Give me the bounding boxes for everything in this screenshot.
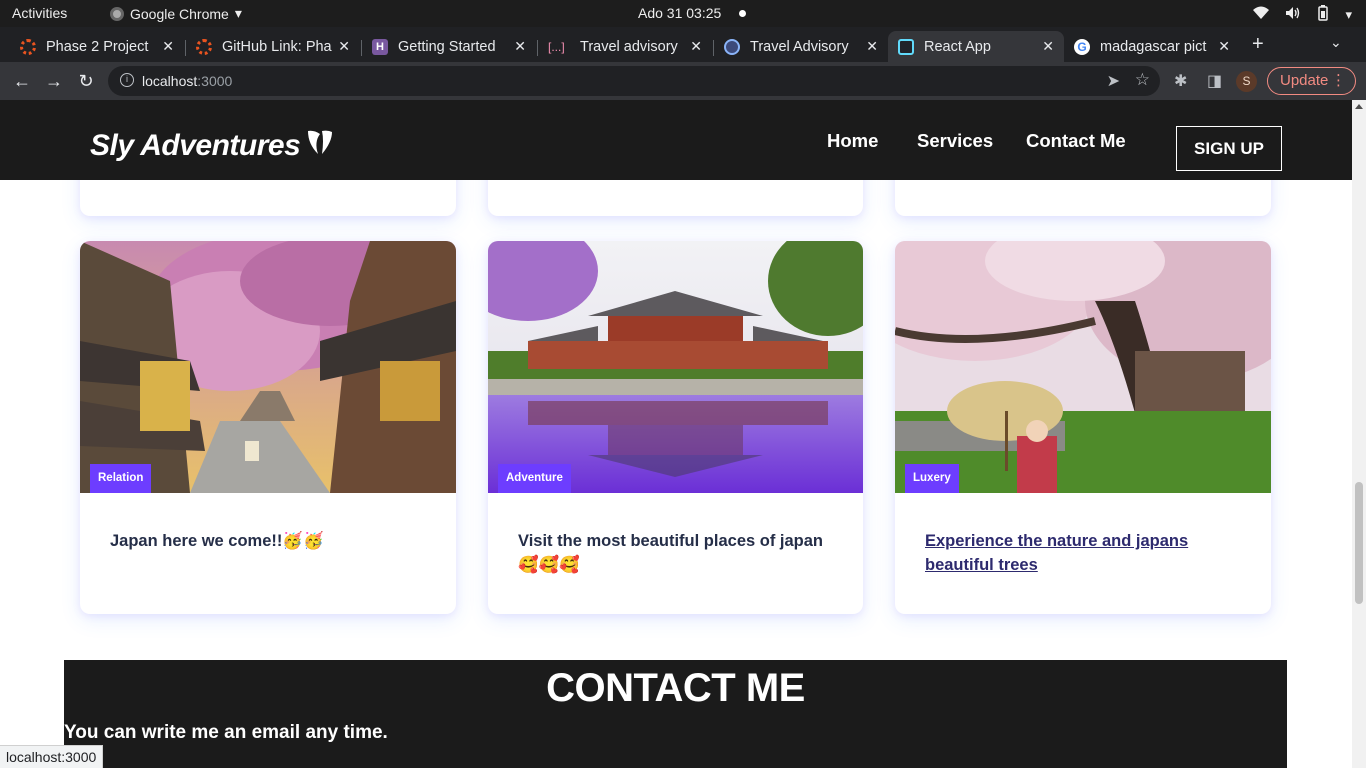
chrome-icon xyxy=(110,6,124,21)
extensions-puzzle-icon[interactable]: ✱ xyxy=(1174,71,1187,91)
close-icon[interactable]: ✕ xyxy=(690,38,702,55)
page-viewport: Relation Japan here we come!!🥳🥳 Adventur… xyxy=(0,100,1352,768)
kyoto-street-image xyxy=(80,241,456,493)
tab-title: Getting Started xyxy=(398,38,496,55)
tab-phase2[interactable]: Phase 2 Project ✕ xyxy=(10,31,184,62)
system-top-bar: Activities Google Chrome ▾ Ado 31 03:25 … xyxy=(0,0,1366,27)
tab-title: Travel Advisory xyxy=(750,38,849,55)
app-menu[interactable]: Google Chrome ▾ xyxy=(110,5,242,22)
reload-button[interactable]: ↻ xyxy=(73,68,99,94)
tab-title: GitHub Link: Pha xyxy=(222,38,332,55)
category-tag: Relation xyxy=(90,464,152,493)
tab-github-link[interactable]: GitHub Link: Pha ✕ xyxy=(186,31,360,62)
site-navbar: Sly Adventures Home Services Contact Me … xyxy=(0,100,1352,180)
battery-icon xyxy=(1317,5,1329,24)
tab-getting-started[interactable]: H Getting Started ✕ xyxy=(362,31,536,62)
update-label: Update xyxy=(1280,72,1329,89)
volume-icon xyxy=(1285,6,1301,23)
contact-heading: CONTACT ME xyxy=(546,666,805,710)
close-icon[interactable]: ✕ xyxy=(338,38,350,55)
site-logo[interactable]: Sly Adventures xyxy=(90,128,334,164)
byodoin-temple-image xyxy=(488,241,863,493)
send-tab-icon[interactable]: ➤ xyxy=(1107,71,1120,91)
contact-section: CONTACT ME You can write me an email any… xyxy=(64,660,1287,768)
forward-button[interactable]: → xyxy=(41,68,67,94)
nav-services-link[interactable]: Services xyxy=(917,130,993,152)
card-caption-link[interactable]: Experience the nature and japans beautif… xyxy=(925,529,1235,577)
nav-home-link[interactable]: Home xyxy=(827,130,878,152)
tab-madagascar[interactable]: G madagascar pict ✕ xyxy=(1064,31,1240,62)
card-nature-and-trees[interactable]: Luxery Experience the nature and japans … xyxy=(895,241,1271,614)
close-icon[interactable]: ✕ xyxy=(514,38,526,55)
card-caption: Japan here we come!!🥳🥳 xyxy=(110,532,324,550)
react-icon xyxy=(898,38,914,55)
sign-up-button[interactable]: SIGN UP xyxy=(1176,126,1282,171)
profile-avatar[interactable]: S xyxy=(1236,71,1257,92)
tab-travel-advisory-2[interactable]: Travel Advisory ✕ xyxy=(714,31,888,62)
category-tag: Luxery xyxy=(905,464,959,493)
clock-label: Ado 31 03:25 xyxy=(638,5,722,21)
kimono-cherry-blossom-image xyxy=(895,241,1271,493)
tab-title: Phase 2 Project xyxy=(46,38,149,55)
scroll-up-arrow-icon[interactable] xyxy=(1355,104,1363,109)
new-tab-button[interactable]: + xyxy=(1252,33,1264,56)
globe-icon xyxy=(724,38,740,55)
page-scrollbar[interactable] xyxy=(1352,100,1366,768)
card-japan-here-we-come[interactable]: Relation Japan here we come!!🥳🥳 xyxy=(80,241,456,614)
chevron-down-icon: ▾ xyxy=(234,5,242,21)
tab-title: React App xyxy=(924,38,991,55)
heroku-icon: H xyxy=(372,38,388,55)
browser-toolbar: ← → ↻ i localhost:3000 ➤ ☆ ✱ ◨ S Update … xyxy=(0,62,1366,100)
tab-title: Travel advisory xyxy=(580,38,678,55)
tab-react-app[interactable]: React App ✕ xyxy=(888,31,1064,62)
info-icon[interactable]: i xyxy=(120,73,134,87)
back-button[interactable]: ← xyxy=(9,68,35,94)
category-tag: Adventure xyxy=(498,464,571,493)
ubuntu-icon xyxy=(20,38,36,55)
tab-strip: Phase 2 Project ✕ GitHub Link: Pha ✕ H G… xyxy=(0,27,1366,62)
card-beautiful-places[interactable]: Adventure Visit the most beautiful place… xyxy=(488,241,863,614)
activities-button[interactable]: Activities xyxy=(12,5,67,21)
google-icon: G xyxy=(1074,38,1090,55)
wifi-icon xyxy=(1253,6,1270,23)
ubuntu-icon xyxy=(196,38,212,55)
address-url: localhost:3000 xyxy=(142,73,233,89)
brand-name: Sly Adventures xyxy=(90,129,301,162)
link-status-bubble: localhost:3000 xyxy=(0,745,104,768)
tab-travel-advisory[interactable]: [...] Travel advisory ✕ xyxy=(538,31,712,62)
bookmark-star-icon[interactable]: ☆ xyxy=(1135,70,1150,90)
clock[interactable]: Ado 31 03:25 xyxy=(638,5,747,21)
chevron-down-icon: ▾ xyxy=(1345,6,1352,22)
side-panel-icon[interactable]: ◨ xyxy=(1207,71,1222,91)
tab-search-chevron-icon[interactable]: ⌄ xyxy=(1330,34,1342,51)
update-button[interactable]: Update ⋮ xyxy=(1267,67,1356,95)
notification-dot-icon xyxy=(739,9,747,17)
kebab-menu-icon[interactable]: ⋮ xyxy=(1331,68,1346,94)
close-icon[interactable]: ✕ xyxy=(1218,38,1230,55)
typo3-logo-icon xyxy=(306,128,334,164)
tab-title: madagascar pict xyxy=(1100,38,1207,55)
close-icon[interactable]: ✕ xyxy=(1042,38,1054,55)
scrollbar-thumb[interactable] xyxy=(1355,482,1363,604)
contact-text: You can write me an email any time. xyxy=(64,722,388,743)
close-icon[interactable]: ✕ xyxy=(162,38,174,55)
system-tray[interactable]: ▾ xyxy=(1253,5,1352,24)
nav-contact-link[interactable]: Contact Me xyxy=(1026,130,1126,152)
card-caption: Visit the most beautiful places of japan… xyxy=(518,532,824,574)
close-icon[interactable]: ✕ xyxy=(866,38,878,55)
bracket-icon: [...] xyxy=(548,39,565,54)
app-menu-label: Google Chrome xyxy=(130,5,229,22)
address-bar[interactable]: i localhost:3000 ➤ ☆ xyxy=(108,66,1160,96)
